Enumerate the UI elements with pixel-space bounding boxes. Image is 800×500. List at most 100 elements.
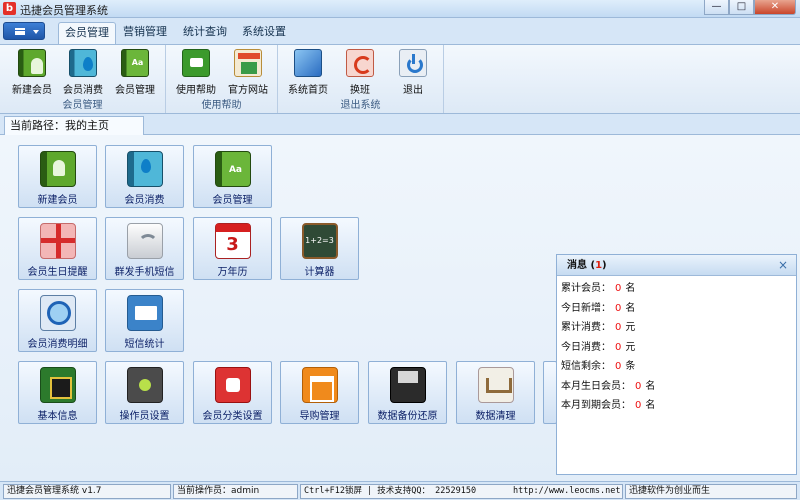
tile-sms-statistics[interactable]: 短信统计: [105, 289, 184, 352]
message-unit: 名: [625, 283, 636, 294]
tile-data-backup[interactable]: 数据备份还原: [368, 361, 447, 424]
tile-calendar[interactable]: 3 万年历: [193, 217, 272, 280]
tile-label: 会员生日提醒: [27, 267, 88, 278]
ribbon-button-label: 官方网站: [228, 85, 268, 96]
tab-member-management[interactable]: 会员管理: [58, 22, 116, 44]
tile-label: 基本信息: [37, 411, 78, 422]
tile-label: 会员消费: [124, 195, 165, 206]
ribbon-exit-button[interactable]: 退出: [388, 49, 438, 96]
ribbon-home-button[interactable]: 系统首页: [283, 49, 333, 96]
window-controls: — □ ✕: [704, 0, 796, 15]
member-book-icon: [39, 151, 76, 187]
ribbon-help-button[interactable]: 使用帮助: [171, 49, 221, 96]
status-app-version: 迅捷会员管理系统 v1.7: [3, 484, 171, 499]
tile-member-category[interactable]: 会员分类设置: [193, 361, 272, 424]
message-label: 本月生日会员：: [561, 380, 631, 392]
ribbon-group-label: 退出系统: [340, 100, 381, 111]
ribbon-button-label: 换班: [350, 85, 370, 96]
tile-consume-detail[interactable]: 会员消费明细: [18, 289, 97, 352]
tile-basic-info[interactable]: 基本信息: [18, 361, 97, 424]
tile-member-manage[interactable]: Aa 会员管理: [193, 145, 272, 208]
breadcrumb-bar: 当前路径：我的主页: [0, 115, 800, 135]
message-row-expiring-month: 本月到期会员： 0 名: [557, 396, 796, 416]
calendar-icon: 3: [214, 223, 251, 259]
tab-marketing-management[interactable]: 营销管理: [118, 22, 172, 44]
tile-shopping-guide[interactable]: 导购管理: [280, 361, 359, 424]
ribbon-member-consume-button[interactable]: 会员消费: [58, 49, 108, 96]
maximize-button[interactable]: □: [729, 0, 754, 15]
manage-book-icon: Aa: [121, 49, 149, 77]
minimize-button[interactable]: —: [704, 0, 729, 15]
breadcrumb[interactable]: 当前路径：我的主页: [4, 116, 144, 135]
message-list: 累计会员： 0 名 今日新增： 0 名 累计消费： 0 元 今日消费： 0 元 短信剩余： 0 条 …: [557, 276, 796, 416]
app-menu-button[interactable]: [3, 22, 45, 40]
message-label: 今日新增：: [561, 302, 611, 314]
tile-calculator[interactable]: 1+2=3 计算器: [280, 217, 359, 280]
message-value: 0: [635, 380, 642, 392]
refresh-icon: [346, 49, 374, 77]
ribbon-button-label: 新建会员: [12, 85, 52, 96]
tile-label: 短信统计: [124, 339, 165, 350]
status-slogan: 迅捷软件为创业而生: [625, 484, 797, 499]
mail-icon: [126, 295, 163, 331]
ribbon-shift-change-button[interactable]: 换班: [335, 49, 385, 96]
puzzle-icon: [214, 367, 251, 403]
ribbon-group-exit: 系统首页 换班 退出 退出系统: [278, 45, 444, 113]
message-unit: 条: [625, 361, 636, 372]
close-icon[interactable]: ×: [778, 258, 788, 272]
ribbon-button-label: 会员消费: [63, 85, 103, 96]
consume-book-icon: [126, 151, 163, 187]
tile-label: 新建会员: [37, 195, 78, 206]
ribbon-panel: 新建会员 会员消费 Aa 会员管理 会员管理 使用帮助 官方网站 使用帮助 系统…: [0, 44, 800, 114]
tab-system-settings[interactable]: 系统设置: [237, 22, 291, 44]
message-panel-title: 消息: [567, 260, 587, 271]
sms-signal-icon: [126, 223, 163, 259]
tile-new-member[interactable]: 新建会员: [18, 145, 97, 208]
app-logo-icon: b: [3, 2, 16, 15]
status-bar: 迅捷会员管理系统 v1.7 当前操作员：admin Ctrl+F12锁屏 | 技…: [0, 481, 800, 500]
ribbon-official-site-button[interactable]: 官方网站: [223, 49, 273, 96]
message-label: 累计会员：: [561, 283, 611, 294]
message-row-total-members: 累计会员： 0 名: [557, 279, 796, 299]
message-value: 0: [615, 341, 622, 353]
ribbon-new-member-button[interactable]: 新建会员: [7, 49, 57, 96]
status-website-link[interactable]: http://www.leocms.net: [513, 485, 620, 498]
status-operator: 当前操作员：admin: [173, 484, 298, 499]
chat-bubble-icon: [182, 49, 210, 77]
close-button[interactable]: ✕: [754, 0, 796, 15]
message-unit: 名: [645, 400, 656, 411]
tab-statistics-query[interactable]: 统计查询: [178, 22, 232, 44]
tile-data-cleanup[interactable]: 数据清理: [456, 361, 535, 424]
message-value: 0: [635, 400, 642, 411]
message-row-consume-today: 今日消费： 0 元: [557, 338, 796, 358]
message-label: 累计消费：: [561, 322, 611, 333]
tile-member-consume[interactable]: 会员消费: [105, 145, 184, 208]
status-support: Ctrl+F12锁屏 | 技术支持QQ： 22529150 http://www…: [300, 484, 623, 499]
tile-partial-hidden[interactable]: [543, 361, 557, 424]
joystick-icon: [126, 367, 163, 403]
menu-icon: [15, 28, 25, 35]
message-unit: 元: [625, 341, 636, 353]
tile-operator-settings[interactable]: 操作员设置: [105, 361, 184, 424]
calendar-day-text: 3: [226, 234, 239, 255]
floppy-disk-icon: [389, 367, 426, 403]
tile-bulk-sms[interactable]: 群发手机短信: [105, 217, 184, 280]
gift-icon: [39, 223, 76, 259]
ribbon-button-label: 会员管理: [115, 85, 155, 96]
title-bar: b 迅捷会员管理系统 — □ ✕: [0, 0, 800, 18]
ribbon-button-label: 系统首页: [288, 85, 328, 96]
message-value: 0: [615, 283, 622, 294]
website-icon: [234, 49, 262, 77]
message-panel-header: 消息 (1): [557, 255, 796, 276]
message-row-new-today: 今日新增： 0 名: [557, 299, 796, 319]
message-unit: 元: [625, 322, 636, 333]
ribbon-group-label: 使用帮助: [201, 100, 242, 111]
tile-label: 会员消费明细: [27, 339, 88, 350]
ribbon-member-manage-button[interactable]: Aa 会员管理: [110, 49, 160, 96]
tile-label: 导购管理: [299, 411, 340, 422]
home-icon: [294, 49, 322, 77]
org-chart-icon: [301, 367, 338, 403]
tile-birthday-reminder[interactable]: 会员生日提醒: [18, 217, 97, 280]
chip-icon: [39, 367, 76, 403]
tile-label: 计算器: [304, 267, 335, 278]
